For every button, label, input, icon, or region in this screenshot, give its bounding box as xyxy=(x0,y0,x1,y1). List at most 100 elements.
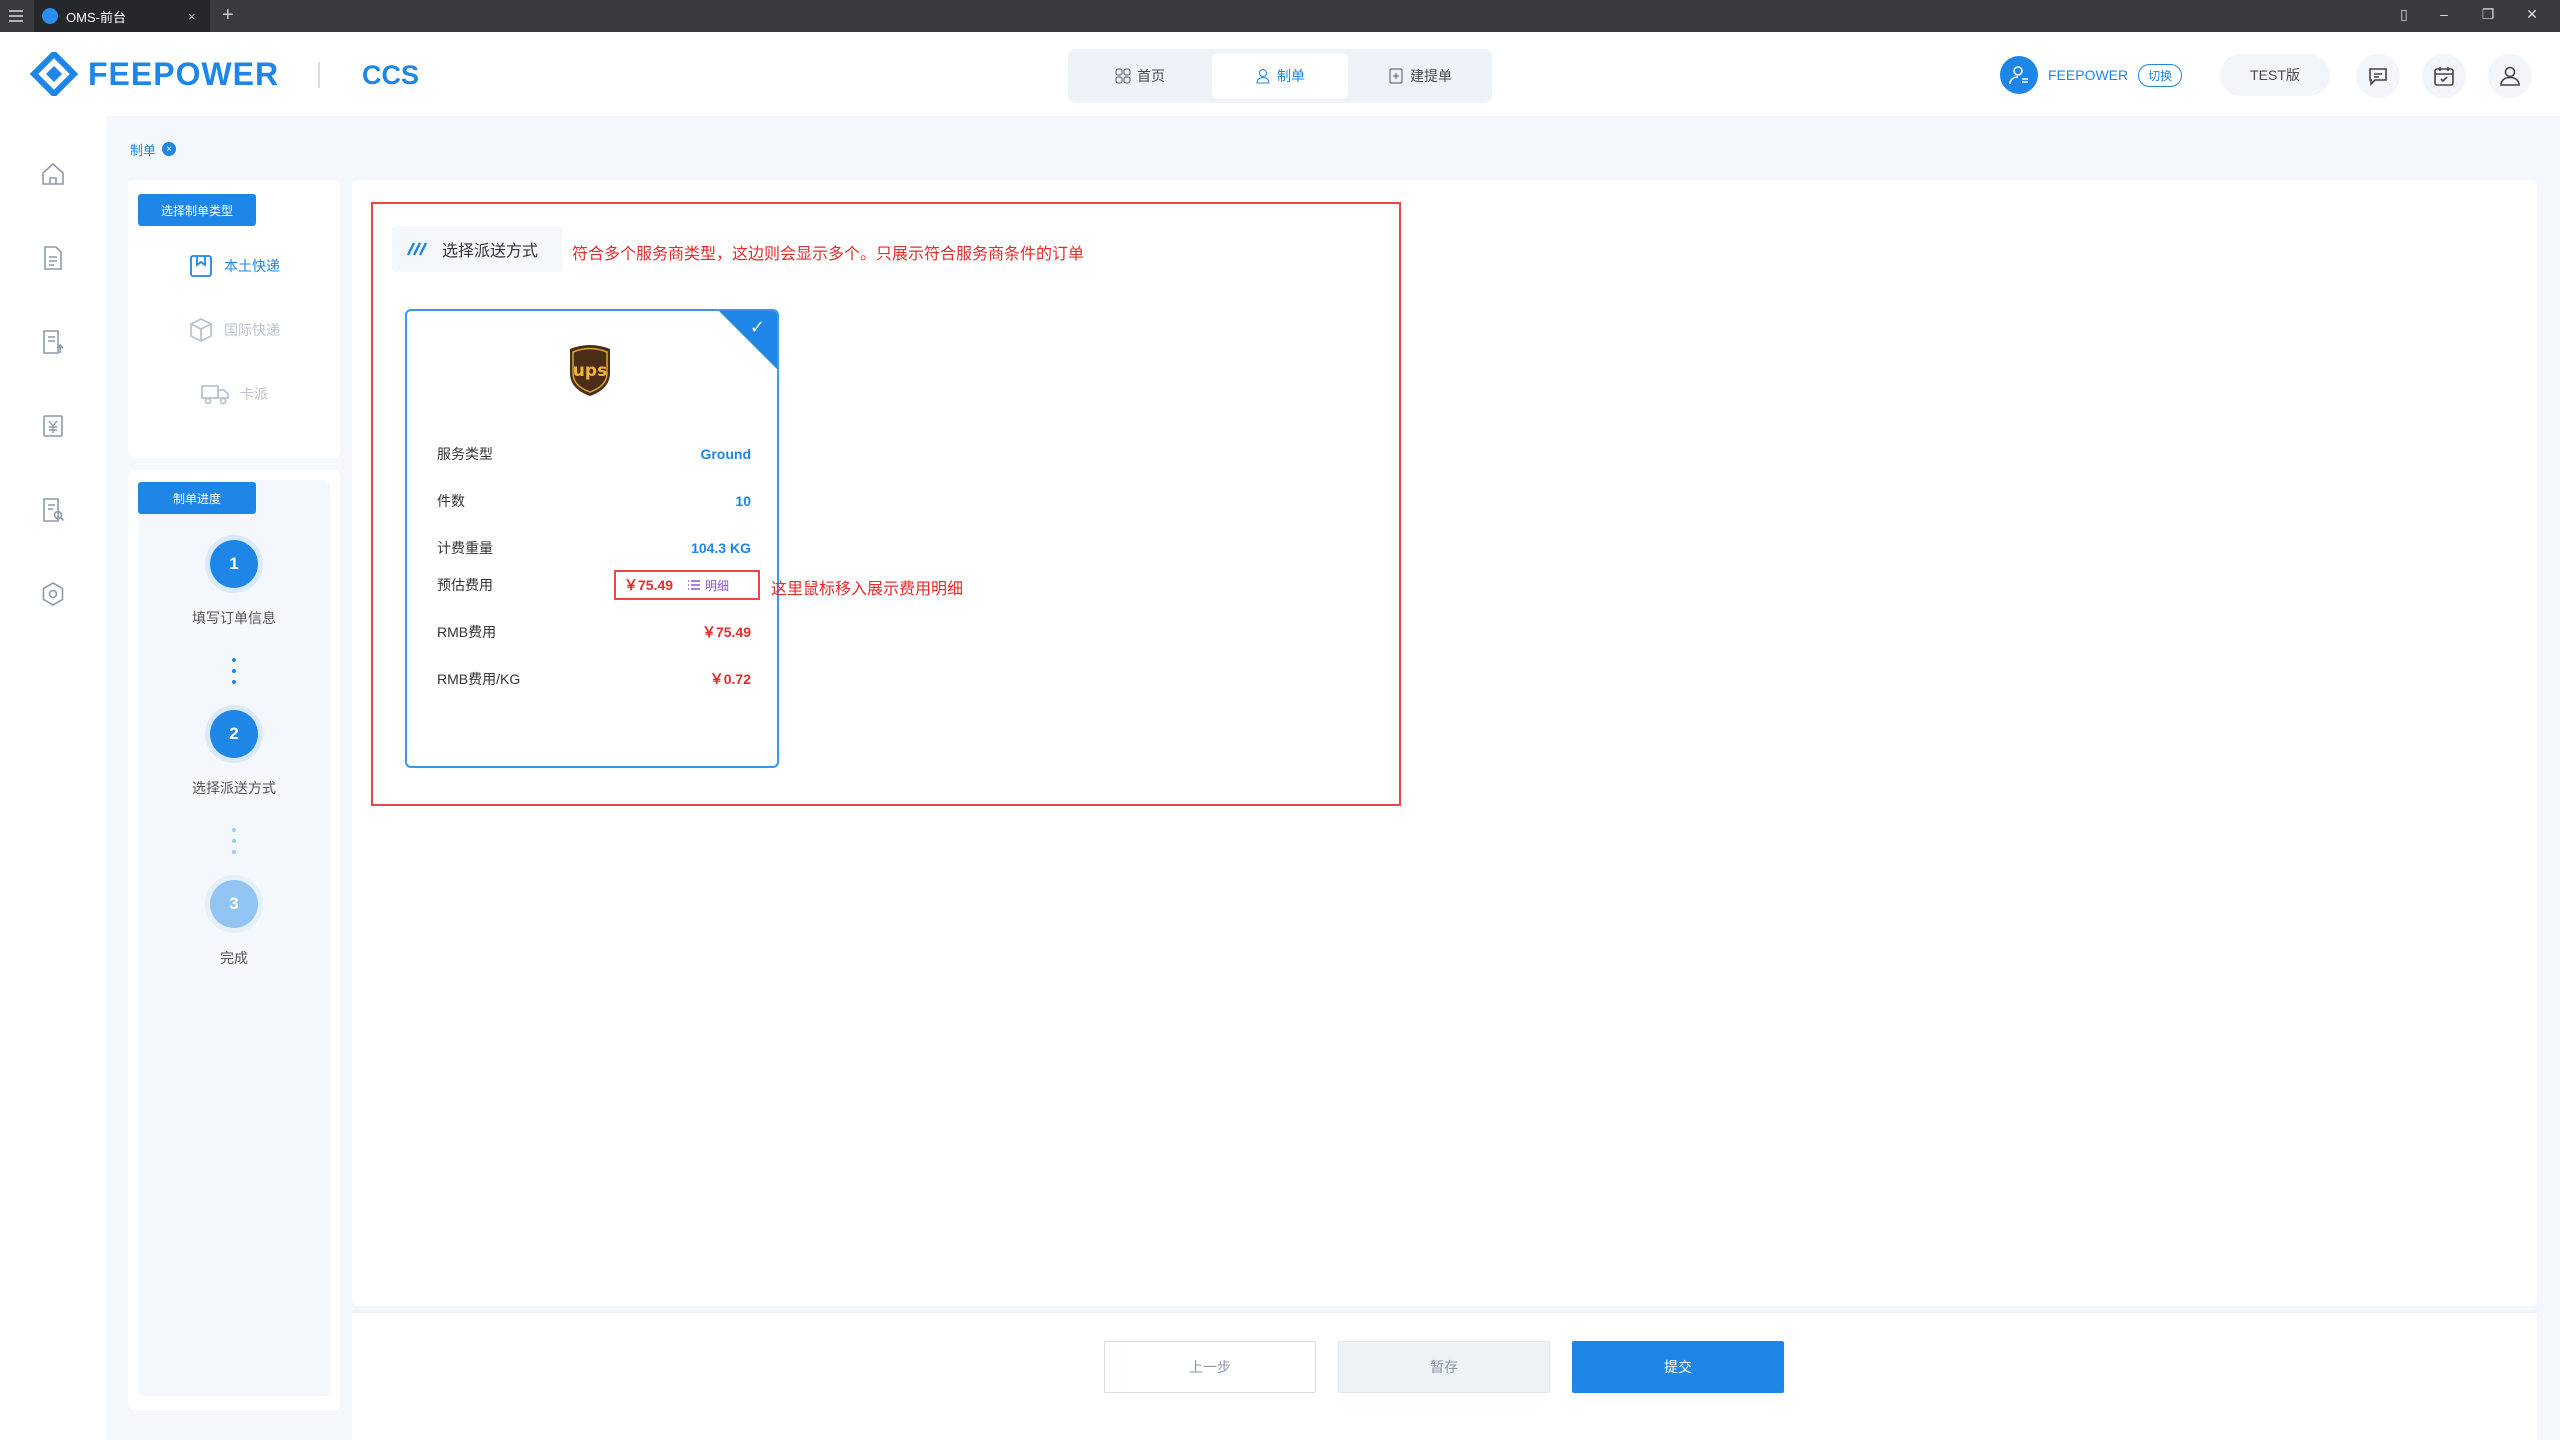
breadcrumb-tag[interactable]: 制单 × xyxy=(130,136,177,162)
prev-step-button[interactable]: 上一步 xyxy=(1104,1341,1316,1393)
top-nav: 首页 制单 建提单 xyxy=(1068,49,1492,103)
order-progress-title: 制单进度 xyxy=(138,482,256,514)
progress-step-2: 2 选择派送方式 xyxy=(128,710,340,798)
nav-create-order-label: 制单 xyxy=(1277,68,1305,84)
fee-detail-link[interactable]: 明细 xyxy=(687,577,729,594)
nav-bill-of-lading[interactable]: 建提单 xyxy=(1352,53,1488,99)
bookmark-box-icon xyxy=(188,253,214,279)
step-label: 完成 xyxy=(220,950,248,966)
annotation-note-fee: 这里鼠标移入展示费用明细 xyxy=(771,581,964,598)
progress-step-3: 3 完成 xyxy=(128,880,340,968)
order-type-title: 选择制单类型 xyxy=(138,194,256,226)
left-icon-rail xyxy=(0,116,106,1440)
nav-home-label: 首页 xyxy=(1137,68,1165,84)
nav-create-order[interactable]: 制单 xyxy=(1212,53,1348,99)
close-tag-icon[interactable]: × xyxy=(162,142,177,156)
document-icon[interactable] xyxy=(35,240,71,276)
card-row-service-type: 服务类型 Ground xyxy=(437,442,751,466)
package-icon xyxy=(188,317,214,343)
progress-step-1: 1 填写订单信息 xyxy=(128,540,340,628)
app-header: FEEPOWER CCS 首页 制单 建提单 FEEPOWER 切换 TEST版 xyxy=(0,32,2560,116)
upload-document-icon[interactable] xyxy=(35,324,71,360)
step-label: 选择派送方式 xyxy=(192,780,276,796)
estimated-fee-value: ￥75.49 xyxy=(624,577,674,593)
row-value: ￥75.49 xyxy=(701,624,751,640)
estimated-fee-box[interactable]: ￥75.49 明细 xyxy=(614,570,760,600)
list-icon xyxy=(687,579,701,591)
action-footer: 上一步 暂存 提交 xyxy=(352,1310,2537,1440)
minimize-icon[interactable]: – xyxy=(2434,6,2454,22)
edition-badge[interactable]: TEST版 xyxy=(2220,54,2330,96)
type-international-express[interactable]: 国际快递 xyxy=(188,312,280,348)
row-label: 计费重量 xyxy=(437,540,493,556)
menu-icon[interactable] xyxy=(6,6,26,26)
user-avatar-icon xyxy=(2000,56,2038,94)
step-number: 3 xyxy=(210,880,258,928)
settings-icon[interactable] xyxy=(35,576,71,612)
type-domestic-express-label: 本土快递 xyxy=(224,258,280,274)
annotation-note-top: 符合多个服务商类型，这边则会显示多个。只展示符合服务商条件的订单 xyxy=(572,246,1085,263)
card-row-pieces: 件数 10 xyxy=(437,489,751,513)
section-title-label: 选择派送方式 xyxy=(442,243,539,260)
billing-icon[interactable] xyxy=(35,408,71,444)
brand-logo[interactable]: FEEPOWER xyxy=(30,52,279,96)
truck-icon xyxy=(200,382,230,406)
card-row-rmb-fee: RMB费用 ￥75.49 xyxy=(437,620,751,644)
row-label: 服务类型 xyxy=(437,446,493,462)
svg-text:ups: ups xyxy=(573,361,607,381)
message-icon[interactable] xyxy=(2356,54,2400,98)
card-row-billing-weight: 计费重量 104.3 KG xyxy=(437,536,751,560)
user-account[interactable]: FEEPOWER 切换 xyxy=(2000,54,2198,96)
user-name: FEEPOWER xyxy=(2048,67,2129,83)
profile-icon[interactable] xyxy=(2488,54,2532,98)
order-progress-panel: 制单进度 1 填写订单信息 2 选择派送方式 3 完成 xyxy=(128,470,340,1410)
row-value: 104.3 KG xyxy=(691,540,751,556)
ups-logo-icon: ups xyxy=(567,343,613,402)
browser-tab[interactable]: OMS-前台 xyxy=(34,0,210,32)
type-truck-delivery-label: 卡派 xyxy=(240,386,268,402)
user-form-icon xyxy=(1255,68,1271,84)
check-icon: ✓ xyxy=(749,317,765,337)
calendar-icon[interactable] xyxy=(2422,54,2466,98)
search-document-icon[interactable] xyxy=(35,492,71,528)
product-name: CCS xyxy=(362,60,420,90)
row-label: RMB费用/KG xyxy=(437,671,521,687)
type-truck-delivery[interactable]: 卡派 xyxy=(200,376,268,412)
fee-detail-label: 明细 xyxy=(705,578,730,593)
brand-name: FEEPOWER xyxy=(88,55,280,92)
row-value: Ground xyxy=(700,446,751,462)
grid-icon xyxy=(1115,68,1131,84)
row-value: ￥0.72 xyxy=(709,671,751,687)
step-number: 2 xyxy=(210,710,258,758)
step-number: 1 xyxy=(210,540,258,588)
switch-account-button[interactable]: 切换 xyxy=(2138,63,2183,87)
step-label: 填写订单信息 xyxy=(192,610,276,626)
order-type-panel: 选择制单类型 本土快递 国际快递 卡派 xyxy=(128,180,340,458)
browser-tab-title: OMS-前台 xyxy=(66,9,126,25)
close-tab-icon[interactable]: × xyxy=(188,9,196,24)
save-draft-button[interactable]: 暂存 xyxy=(1338,1341,1550,1393)
selected-corner xyxy=(719,311,777,369)
restore-icon[interactable]: ❐ xyxy=(2478,6,2498,23)
new-tab-button[interactable]: + xyxy=(222,4,234,27)
step-connector xyxy=(232,828,236,861)
brand-divider xyxy=(318,62,320,88)
home-icon[interactable] xyxy=(35,156,71,192)
carrier-card-ups[interactable]: ✓ ups 服务类型 Ground 件数 10 计费重量 104.3 KG 预估… xyxy=(405,309,779,768)
row-label: 件数 xyxy=(437,493,465,509)
type-international-express-label: 国际快递 xyxy=(224,322,280,338)
browser-titlebar: OMS-前台 × + ▯ – ❐ ✕ xyxy=(0,0,2560,32)
row-label: 预估费用 xyxy=(437,577,493,593)
submit-button[interactable]: 提交 xyxy=(1572,1341,1784,1393)
close-window-icon[interactable]: ✕ xyxy=(2522,6,2542,23)
row-value: 10 xyxy=(735,493,751,509)
nav-home[interactable]: 首页 xyxy=(1072,53,1208,99)
feepower-logo-icon xyxy=(30,52,78,96)
card-row-rmb-per-kg: RMB费用/KG ￥0.72 xyxy=(437,667,751,691)
step-connector xyxy=(232,658,236,691)
pin-icon[interactable]: ▯ xyxy=(2394,6,2414,23)
breadcrumb-label: 制单 xyxy=(130,142,157,158)
type-domestic-express[interactable]: 本土快递 xyxy=(188,248,280,284)
add-document-icon xyxy=(1388,68,1404,84)
section-title: 选择派送方式 xyxy=(392,226,562,272)
